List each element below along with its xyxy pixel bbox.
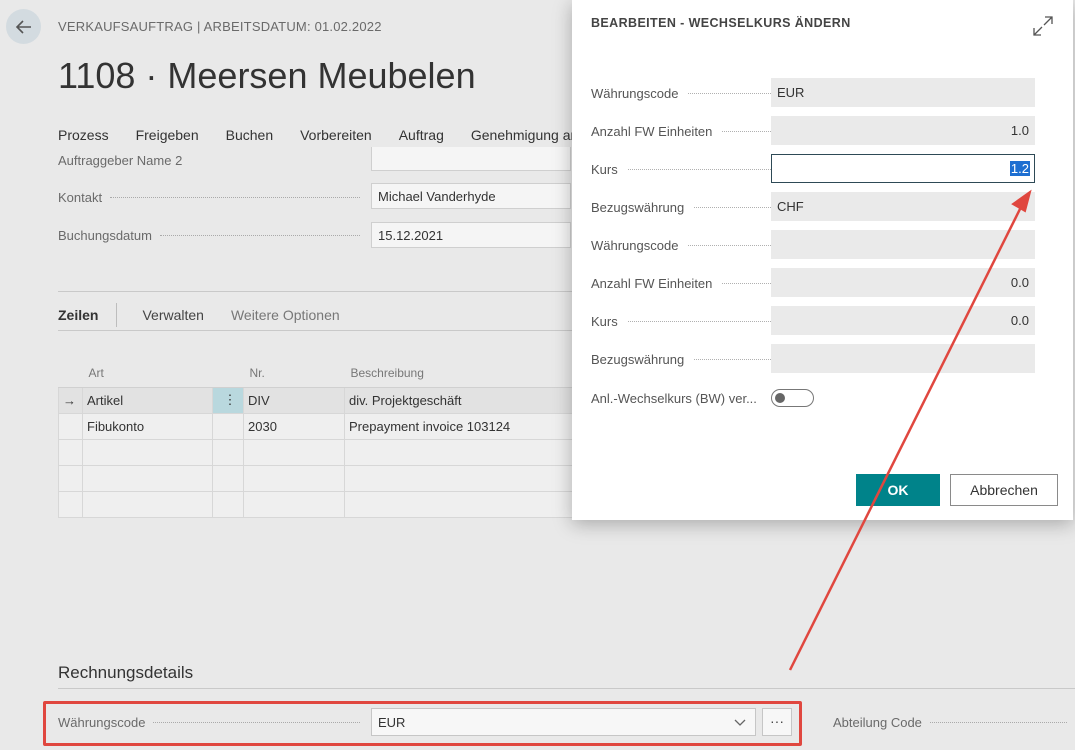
abteilung-label: Abteilung Code [833,714,922,730]
buchungsdatum-input[interactable]: 15.12.2021 [371,222,571,248]
kurs-input[interactable]: 1.2 [771,154,1035,183]
exchange-rate-dialog: BEARBEITEN - WECHSELKURS ÄNDERN Währungs… [572,0,1073,520]
divider [58,291,578,292]
table-row[interactable] [58,438,578,466]
bezugswaehrung-field[interactable]: CHF [771,192,1035,221]
dialog-label: Bezugswährung [591,351,685,367]
cell-art[interactable]: Artikel [82,386,213,414]
abteilung-row: Abteilung Code [833,709,1075,735]
menu-prozess[interactable]: Prozess [58,127,109,143]
dialog-label: Währungscode [591,85,679,101]
menu-auftrag[interactable]: Auftrag [399,127,444,143]
bezugswaehrung-2-field[interactable] [771,344,1035,373]
divider [58,330,578,331]
table-row[interactable] [58,490,578,518]
auftraggeber-name2-input[interactable] [371,147,571,171]
ok-button[interactable]: OK [856,474,940,506]
auftraggeber-name2-row: Auftraggeber Name 2 [58,147,358,173]
kontakt-input[interactable]: Michael Vanderhyde [371,183,571,209]
section-title-rechnungsdetails: Rechnungsdetails [58,663,194,682]
cell-nr[interactable]: DIV [243,386,345,414]
toggle-knob [775,393,785,403]
dialog-label: Währungscode [591,237,679,253]
row-marker [58,412,83,440]
dialog-row-anl-wechselkurs: Anl.-Wechselkurs (BW) ver... [591,383,1054,413]
highlight-frame [43,701,802,746]
dialog-label: Anzahl FW Einheiten [591,275,713,291]
row-marker: → [58,386,83,414]
waehrungscode-field[interactable]: EUR [771,78,1035,107]
table-row[interactable] [58,464,578,492]
cell-beschreibung[interactable]: div. Projektgeschäft [344,386,578,414]
kontakt-label: Kontakt [58,189,103,205]
menu-vorbereiten[interactable]: Vorbereiten [300,127,372,143]
expand-icon[interactable] [1032,15,1054,37]
dialog-title: BEARBEITEN - WECHSELKURS ÄNDERN [591,16,851,30]
row-actions-button[interactable]: ⋮ [212,386,244,414]
cell-art[interactable]: Fibukonto [82,412,213,440]
anzahl-fw-einheiten-field[interactable]: 1.0 [771,116,1035,145]
kurs-2-field[interactable]: 0.0 [771,306,1035,335]
breadcrumb: VERKAUFSAUFTRAG | ARBEITSDATUM: 01.02.20… [58,19,382,34]
dialog-label: Kurs [591,313,618,329]
action-menu: Prozess Freigeben Buchen Vorbereiten Auf… [58,127,605,143]
cell-beschreibung[interactable]: Prepayment invoice 103124 [344,412,578,440]
cell-actions[interactable] [212,412,244,440]
anzahl-fw-einheiten-2-field[interactable]: 0.0 [771,268,1035,297]
tab-weitere-optionen[interactable]: Weitere Optionen [231,307,340,323]
arrow-left-icon [15,19,31,34]
table-row[interactable]: → Artikel ⋮ DIV div. Projektgeschäft [58,386,578,414]
buchungsdatum-label: Buchungsdatum [58,227,152,243]
waehrungscode-2-field[interactable] [771,230,1035,259]
kurs-selected-value: 1.2 [1009,161,1030,176]
cell-nr[interactable]: 2030 [243,412,345,440]
cancel-button[interactable]: Abbrechen [950,474,1058,506]
dialog-label: Anl.-Wechselkurs (BW) ver... [591,390,757,406]
auftraggeber-name2-label: Auftraggeber Name 2 [58,152,183,168]
dialog-label: Anzahl FW Einheiten [591,123,713,139]
menu-genehmigung[interactable]: Genehmigung an [471,127,578,143]
dialog-label: Bezugswährung [591,199,685,215]
dialog-label: Kurs [591,161,618,177]
back-button[interactable] [6,9,41,44]
table-row[interactable]: Fibukonto 2030 Prepayment invoice 103124 [58,412,578,440]
section-divider [58,688,1075,689]
column-header-nr[interactable]: Nr. [243,359,345,388]
lines-tabs: Zeilen Verwalten Weitere Optionen [58,303,367,327]
tab-separator [116,303,118,327]
tab-verwalten[interactable]: Verwalten [142,307,203,323]
buchungsdatum-row: Buchungsdatum [58,222,368,248]
column-header-art[interactable]: Art [82,359,213,388]
kontakt-row: Kontakt [58,184,368,210]
page-title: 1108 · Meersen Meubelen [58,55,476,96]
lines-grid: Art Nr. Beschreibung → Artikel ⋮ DIV div… [58,359,578,518]
menu-freigeben[interactable]: Freigeben [136,127,199,143]
menu-buchen[interactable]: Buchen [226,127,273,143]
anl-wechselkurs-toggle[interactable] [771,389,814,407]
tab-zeilen[interactable]: Zeilen [58,307,98,323]
column-header-beschreibung[interactable]: Beschreibung [344,359,578,388]
